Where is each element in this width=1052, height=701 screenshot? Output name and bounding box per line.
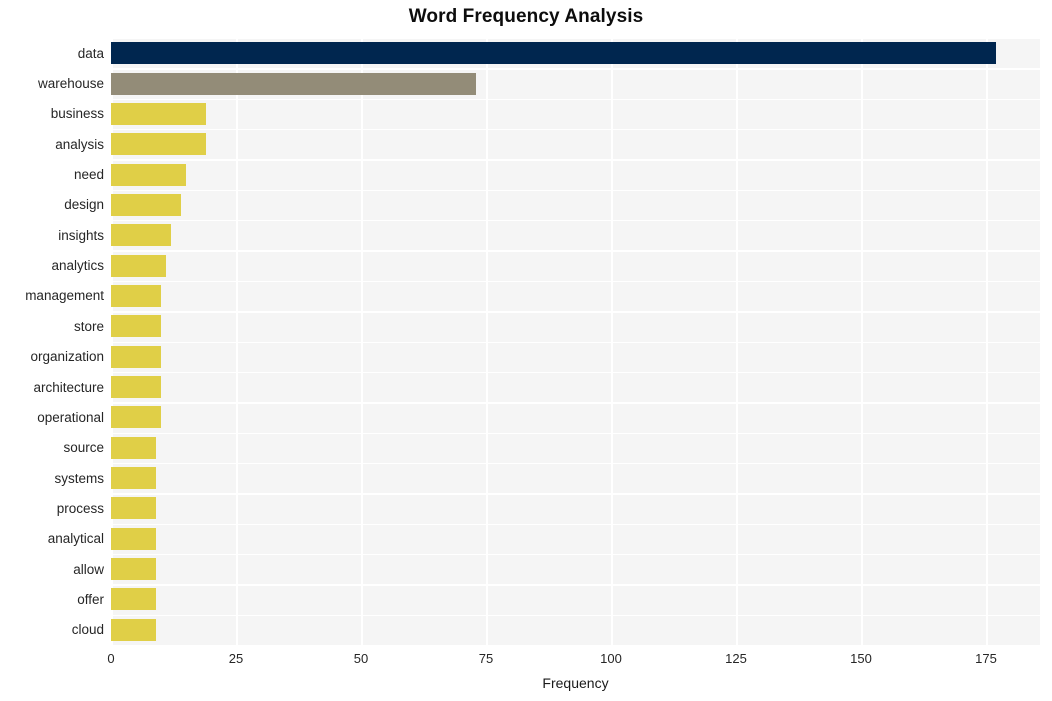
y-axis-tick-label: business xyxy=(50,106,104,122)
bar[interactable] xyxy=(111,436,156,459)
y-axis-tick-label: process xyxy=(56,500,104,516)
gridline-horizontal xyxy=(111,371,1040,374)
bar[interactable] xyxy=(111,618,156,641)
y-axis-tick-label: analytical xyxy=(47,531,104,547)
bar[interactable] xyxy=(111,345,161,368)
gridline-horizontal xyxy=(111,614,1040,617)
bar[interactable] xyxy=(111,72,476,95)
gridline-horizontal xyxy=(111,432,1040,434)
x-axis-tick-label: 125 xyxy=(725,651,747,666)
y-axis-tick-labels: data warehouse business analysis need design i… xyxy=(0,38,104,645)
bar[interactable] xyxy=(111,497,156,520)
bar[interactable] xyxy=(111,558,156,581)
y-axis-tick-label: architecture xyxy=(33,379,104,395)
gridline-horizontal xyxy=(111,341,1040,343)
y-axis-tick-label: data xyxy=(77,45,104,61)
bar[interactable] xyxy=(111,133,206,156)
word-frequency-chart-figure: Word Frequency Analysis data warehouse bus… xyxy=(0,0,1052,701)
bar[interactable] xyxy=(111,224,171,247)
bar[interactable] xyxy=(111,254,166,277)
bar[interactable] xyxy=(111,376,161,399)
bar[interactable] xyxy=(111,42,996,65)
x-axis-tick-label: 50 xyxy=(353,651,369,666)
y-axis-tick-label: analytics xyxy=(51,258,104,274)
gridline-horizontal xyxy=(111,250,1040,252)
y-axis-tick-label: management xyxy=(25,288,104,304)
y-axis-tick-label: analysis xyxy=(55,136,104,152)
gridline-horizontal xyxy=(111,68,1040,70)
gridline-horizontal xyxy=(111,280,1040,283)
bar[interactable] xyxy=(111,588,156,611)
gridline-horizontal xyxy=(111,220,1040,222)
gridline-horizontal xyxy=(111,311,1040,313)
y-axis-tick-label: offer xyxy=(77,591,104,607)
bar[interactable] xyxy=(111,406,161,429)
bar[interactable] xyxy=(111,193,181,216)
bar[interactable] xyxy=(111,163,186,186)
plot-area xyxy=(111,38,1040,645)
chart-title: Word Frequency Analysis xyxy=(408,6,644,27)
bar[interactable] xyxy=(111,284,161,307)
gridline-horizontal xyxy=(111,159,1040,161)
gridline-horizontal xyxy=(111,523,1040,525)
x-axis-tick-label: 0 xyxy=(107,651,115,666)
bar[interactable] xyxy=(111,315,161,338)
gridline-horizontal xyxy=(111,38,1040,40)
bar[interactable] xyxy=(111,467,156,490)
gridline-horizontal xyxy=(111,189,1040,192)
y-axis-tick-label: insights xyxy=(58,227,104,243)
gridline-horizontal xyxy=(111,493,1040,495)
x-axis-tick-label: 25 xyxy=(228,651,244,666)
y-axis-tick-label: source xyxy=(63,440,104,456)
y-axis-tick-label: design xyxy=(64,197,104,213)
y-axis-tick-label: warehouse xyxy=(37,76,104,92)
y-axis-tick-label: organization xyxy=(30,349,104,365)
gridline-horizontal xyxy=(111,98,1040,101)
gridline-horizontal xyxy=(111,584,1040,586)
x-axis-tick-label: 100 xyxy=(600,651,622,666)
gridline-horizontal xyxy=(111,402,1040,404)
x-axis-title: Frequency xyxy=(542,675,609,691)
gridline-horizontal xyxy=(111,129,1040,131)
x-axis-tick-label: 175 xyxy=(975,651,997,666)
y-axis-tick-label: operational xyxy=(37,409,104,425)
bar[interactable] xyxy=(111,527,156,550)
gridline-horizontal xyxy=(111,553,1040,556)
gridline-horizontal xyxy=(111,462,1040,465)
x-axis-tick-label: 150 xyxy=(850,651,872,666)
bar[interactable] xyxy=(111,102,206,125)
x-axis-tick-label: 75 xyxy=(478,651,494,666)
x-axis-tick-labels: 0 25 50 75 100 125 150 175 xyxy=(0,651,1052,671)
y-axis-tick-label: need xyxy=(73,167,104,183)
y-axis-tick-label: store xyxy=(73,318,104,334)
y-axis-tick-label: systems xyxy=(54,470,104,486)
y-axis-tick-label: cloud xyxy=(71,622,104,638)
y-axis-tick-label: allow xyxy=(73,561,104,577)
